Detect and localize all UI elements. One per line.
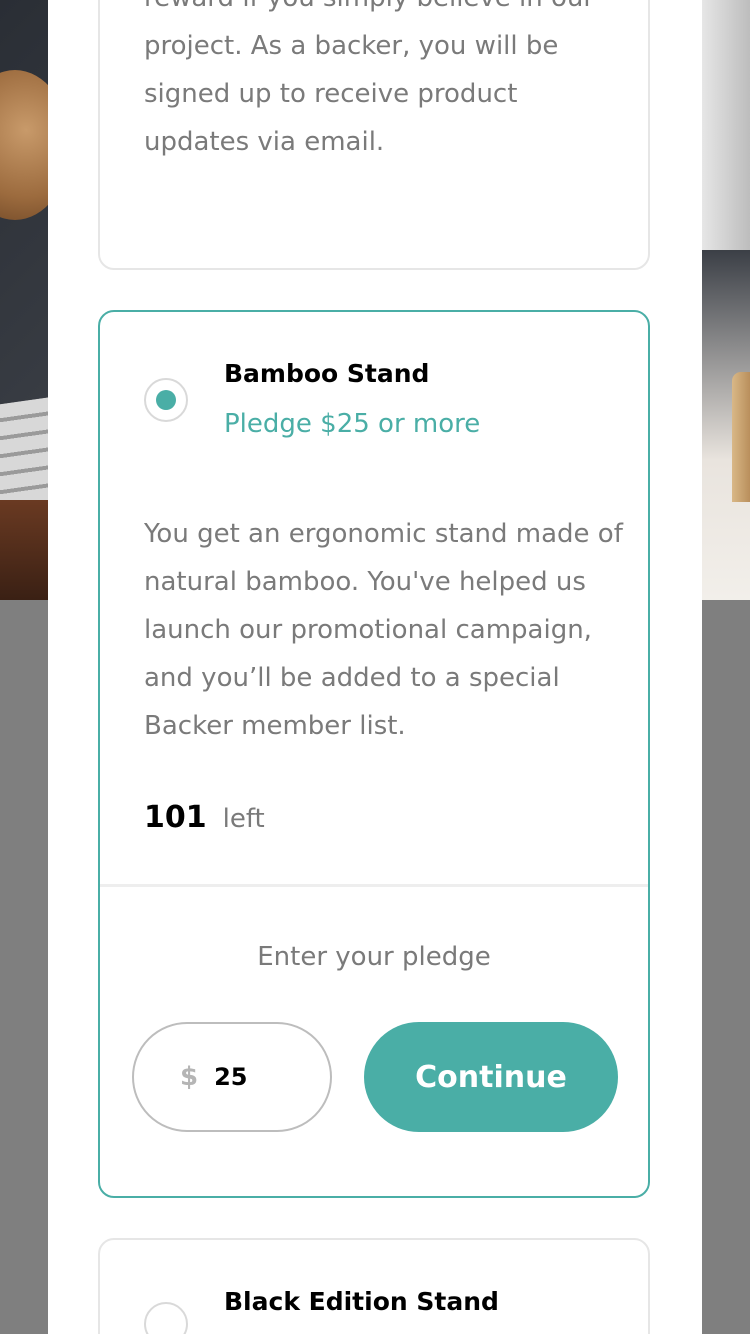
currency-dollar-icon: $ (180, 1062, 199, 1092)
pledge-amount-value[interactable]: 25 (214, 1063, 247, 1091)
stock-label: left (222, 804, 265, 834)
reward-card-black-edition-stand[interactable]: Black Edition Stand (98, 1238, 650, 1334)
wooden-post-decor (732, 372, 750, 502)
pledge-amount-input[interactable]: $ 25 (132, 1022, 332, 1132)
reward-title[interactable]: Black Edition Stand (224, 1286, 499, 1318)
enter-pledge-label: Enter your pledge (257, 942, 491, 972)
reward-radio-selected[interactable] (144, 378, 188, 422)
back-project-modal: reward if you simply believe in our proj… (48, 0, 702, 1334)
reward-card-bamboo-stand[interactable]: Bamboo Stand Pledge $25 or more You get … (98, 310, 650, 1198)
reward-card-no-reward[interactable]: reward if you simply believe in our proj… (98, 0, 650, 270)
continue-button[interactable]: Continue (364, 1022, 618, 1132)
reward-stock: 101 left (144, 800, 265, 835)
reward-description: You get an ergonomic stand made of natur… (144, 519, 623, 741)
reward-radio-unselected[interactable] (144, 1302, 188, 1334)
stock-count: 101 (144, 800, 207, 835)
divider (100, 884, 648, 887)
reward-title[interactable]: Bamboo Stand (224, 358, 429, 390)
monitor-decor (702, 0, 750, 250)
reward-pledge-minimum: Pledge $25 or more (224, 409, 481, 439)
radio-selected-dot-icon (156, 390, 176, 410)
reward-description: reward if you simply believe in our proj… (144, 0, 594, 157)
